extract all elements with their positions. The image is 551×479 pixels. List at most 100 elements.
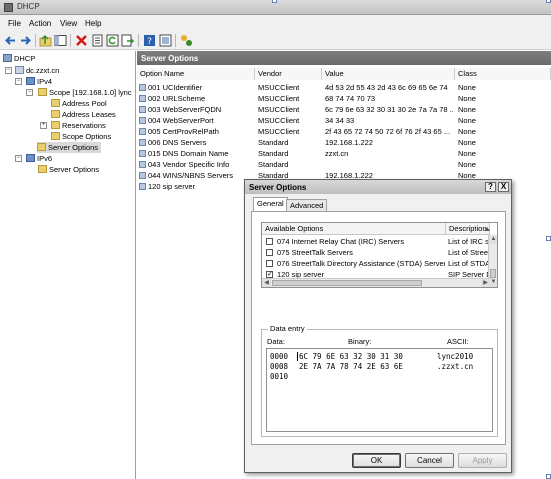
toolbar: ? (0, 31, 551, 50)
back-arrow-icon[interactable] (4, 34, 17, 47)
dialog-title: Server Options (245, 180, 511, 194)
table-row[interactable]: 004 WebServerPort MSUCClient 34 34 33 No… (137, 115, 551, 126)
toolbar-separator (70, 34, 71, 47)
selection-handle (546, 236, 551, 241)
column-header-option-name[interactable]: Option Name (137, 68, 255, 80)
table-row[interactable]: 005 CertProvRelPath MSUCClient 2f 43 65 … (137, 126, 551, 137)
cancel-button[interactable]: Cancel (405, 453, 454, 468)
option-icon (139, 106, 146, 113)
data-label: Data: (267, 337, 285, 346)
tree-node-dhcp[interactable]: DHCP (3, 53, 35, 64)
apply-button[interactable]: Apply (458, 453, 507, 468)
column-header-available-options[interactable]: Available Options (262, 223, 446, 235)
menu-view[interactable]: View (60, 19, 77, 28)
delete-icon[interactable] (75, 34, 88, 47)
option-icon (139, 128, 146, 135)
scroll-right-icon[interactable]: ▶ (481, 279, 490, 287)
option-checkbox[interactable] (266, 249, 273, 256)
tree-node-server[interactable]: dc.zzxt.cn (15, 65, 59, 76)
selection-handle (546, 0, 551, 3)
table-row[interactable]: 043 Vendor Specific Info Standard None (137, 159, 551, 170)
show-hide-tree-icon[interactable] (54, 34, 67, 47)
toolbar-separator (35, 34, 36, 47)
collapse-toggle[interactable]: − (15, 78, 22, 85)
refresh-icon[interactable] (106, 34, 119, 47)
help-icon[interactable]: ? (143, 34, 156, 47)
tree-node-server-options-v6[interactable]: Server Options (38, 164, 99, 175)
menu-help[interactable]: Help (85, 19, 101, 28)
help-button[interactable]: ? (485, 182, 496, 192)
hex-address: 0008 (270, 362, 289, 371)
table-row[interactable]: 001 UCIdentifier MSUCClient 4d 53 2d 55 … (137, 82, 551, 93)
menu-file[interactable]: File (8, 19, 21, 28)
forward-arrow-icon[interactable] (19, 34, 32, 47)
folder-icon (51, 110, 60, 118)
option-icon (139, 139, 146, 146)
option-row[interactable]: 075 StreetTalk Servers List of Stree (262, 247, 488, 258)
column-header-vendor[interactable]: Vendor (255, 68, 322, 80)
tree-node-address-pool[interactable]: Address Pool (51, 98, 107, 109)
option-icon (139, 183, 146, 190)
tree-node-reservations[interactable]: Reservations (51, 120, 106, 131)
export-list-icon[interactable] (121, 34, 134, 47)
dhcp-icon (3, 54, 12, 62)
sort-arrow-icon (484, 227, 490, 231)
scroll-up-icon[interactable]: ▲ (489, 235, 497, 244)
option-icon (139, 95, 146, 102)
close-button[interactable]: X (498, 182, 509, 192)
collapse-toggle[interactable]: − (26, 89, 33, 96)
folder-icon (51, 99, 60, 107)
table-row[interactable]: 003 WebServerFQDN MSUCClient 6c 79 6e 63… (137, 104, 551, 115)
menu-bar: File Action View Help (0, 15, 551, 31)
option-icon (139, 150, 146, 157)
tree-node-scope[interactable]: Scope [192.168.1.0] lync (38, 87, 132, 98)
option-row[interactable]: 076 StreetTalk Directory Assistance (STD… (262, 258, 488, 269)
server-options-dialog: Server Options ? X General Advanced Avai… (244, 179, 512, 473)
scroll-left-icon[interactable]: ◀ (262, 279, 271, 287)
scroll-thumb[interactable] (490, 269, 496, 278)
selection-handle (546, 474, 551, 479)
collapse-toggle[interactable]: − (5, 67, 12, 74)
tree-node-ipv4[interactable]: IPv4 (26, 76, 52, 87)
text-caret (297, 352, 298, 361)
svg-text:?: ? (147, 37, 152, 47)
up-folder-icon[interactable] (39, 34, 52, 47)
option-icon (139, 172, 146, 179)
option-checkbox-checked[interactable]: ✓ (266, 271, 273, 278)
table-row[interactable]: 006 DNS Servers Standard 192.168.1.222 N… (137, 137, 551, 148)
scroll-thumb[interactable] (272, 280, 422, 286)
menu-action[interactable]: Action (29, 19, 51, 28)
tab-general[interactable]: General (253, 197, 288, 212)
expand-toggle[interactable]: + (40, 122, 47, 129)
hex-address: 0010 (270, 372, 289, 381)
option-checkbox[interactable] (266, 260, 273, 267)
ok-button[interactable]: OK (352, 453, 401, 468)
tree-node-address-leases[interactable]: Address Leases (51, 109, 116, 120)
selection-handle (272, 0, 277, 3)
ipv4-icon (26, 77, 35, 85)
collapse-toggle[interactable]: − (15, 155, 22, 162)
tree-node-scope-options[interactable]: Scope Options (51, 131, 111, 142)
hex-bytes: 2E 7A 7A 78 74 2E 63 6E (299, 362, 403, 371)
column-header-value[interactable]: Value (322, 68, 455, 80)
horizontal-scrollbar[interactable]: ◀ ▶ (262, 278, 490, 287)
column-header-class[interactable]: Class (455, 68, 551, 80)
tree-node-server-options-v4[interactable]: Server Options (37, 142, 102, 153)
general-tab-panel: Available Options Description 074 Intern… (251, 211, 506, 445)
option-row[interactable]: 074 Internet Relay Chat (IRC) Servers Li… (262, 236, 488, 247)
scroll-down-icon[interactable]: ▼ (489, 278, 497, 287)
console-tree: DHCP − dc.zzxt.cn − IPv4 − Scope [192.16… (0, 51, 136, 479)
option-icon (139, 84, 146, 91)
table-row[interactable]: 015 DNS Domain Name Standard zzxt.cn Non… (137, 148, 551, 159)
server-icon (15, 66, 24, 74)
option-checkbox[interactable] (266, 238, 273, 245)
properties-icon[interactable] (91, 34, 104, 47)
toolbar-separator (138, 34, 139, 47)
wizard-icon[interactable] (180, 34, 193, 47)
hex-editor[interactable]: 0000 6C 79 6E 63 32 30 31 30 lync2010 00… (266, 348, 493, 432)
tree-node-ipv6[interactable]: IPv6 (26, 153, 52, 164)
pane-header: Server Options (137, 51, 551, 65)
hex-address: 0000 (270, 352, 289, 361)
console-help-icon[interactable] (159, 34, 172, 47)
table-row[interactable]: 002 URLScheme MSUCClient 68 74 74 70 73 … (137, 93, 551, 104)
